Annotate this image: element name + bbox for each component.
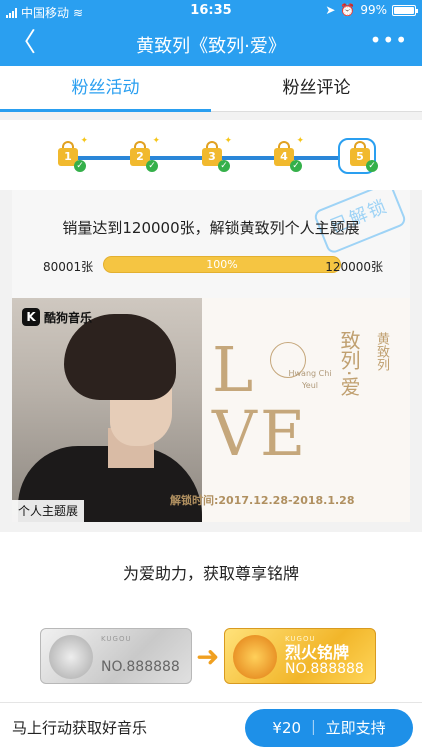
unlock-panel: 已解锁 销量达到120000张，解锁黄致列个人主题展 80001张 100% 1…: [12, 190, 410, 298]
unlock-time: 解锁时间:2017.12.28-2018.1.28: [170, 494, 355, 507]
check-icon: ✓: [146, 160, 158, 172]
plate-brand: KUGOU: [101, 635, 132, 643]
page-title: 黄致列《致列·爱》: [136, 36, 286, 57]
upgrade-arrow-icon: ➜: [196, 640, 220, 673]
back-button[interactable]: 〈: [10, 28, 40, 60]
theme-banner[interactable]: K 酷狗音乐 个人主题展 L V E Hwang Chi Yeul 致列·爱 黄…: [12, 298, 410, 522]
flame-emblem-icon: [233, 635, 277, 679]
sales-progress-bar: 100%: [103, 256, 341, 273]
plate-number: NO.888888: [285, 661, 364, 677]
location-icon: ➤: [325, 3, 336, 17]
progress-max-label: 120000张: [325, 260, 383, 274]
status-right: ➤ ⏰ 99%: [325, 3, 418, 17]
silver-nameplate: KUGOU NO.888888: [40, 628, 192, 684]
kugou-logo-text: 酷狗音乐: [44, 310, 93, 325]
english-name: Hwang Chi Yeul: [288, 369, 332, 390]
check-icon: ✓: [366, 160, 378, 172]
more-button[interactable]: •••: [370, 28, 408, 52]
plate-number: NO.888888: [101, 659, 180, 675]
call-to-action-text: 马上行动获取好音乐: [12, 719, 148, 737]
tab-indicator: [0, 109, 211, 112]
tab-fan-comments[interactable]: 粉丝评论: [211, 66, 422, 112]
kugou-emblem-icon: [49, 635, 93, 679]
nameplate-title: 为爱助力，获取尊享铭牌: [122, 564, 299, 583]
check-icon: ✓: [218, 160, 230, 172]
nav-bar: 〈 黄致列《致列·爱》 •••: [0, 22, 422, 66]
nameplate-section: 为爱助力，获取尊享铭牌 KUGOU NO.888888 ➜ KUGOU 烈火铭牌…: [0, 532, 422, 702]
kugou-logo: K 酷狗音乐: [22, 308, 92, 326]
progress-min-label: 80001张: [43, 260, 94, 274]
milestone-1[interactable]: 1 ✓ ✦: [56, 136, 88, 172]
plate-name: 烈火铭牌: [285, 643, 350, 662]
artist-name: 黄致列: [374, 332, 389, 371]
milestone-5[interactable]: 5 ✓: [338, 138, 378, 174]
support-button[interactable]: ¥20 ｜ 立即支持: [245, 709, 413, 747]
milestone-2[interactable]: 2 ✓ ✦: [128, 136, 160, 172]
unlock-description: 销量达到120000张，解锁黄致列个人主题展: [62, 219, 360, 237]
milestone-3[interactable]: 3 ✓ ✦: [200, 136, 232, 172]
tab-bar: 粉丝活动 粉丝评论: [0, 66, 422, 112]
battery-percent: 99%: [360, 3, 387, 17]
progress-percent: 100%: [206, 258, 238, 271]
battery-icon: [392, 4, 418, 16]
alarm-icon: ⏰: [340, 3, 356, 17]
status-bar: 中国移动 ≋ 16:35 ➤ ⏰ 99%: [0, 0, 422, 22]
tab-fan-activity[interactable]: 粉丝活动: [0, 66, 211, 112]
milestone-track: 1 ✓ ✦ 2 ✓ ✦ 3 ✓ ✦ 4 ✓ ✦ 5 ✓: [0, 120, 422, 190]
fire-nameplate: KUGOU 烈火铭牌 NO.888888: [224, 628, 376, 684]
check-icon: ✓: [290, 160, 302, 172]
album-title: 致列·爱: [337, 330, 361, 397]
milestone-4[interactable]: 4 ✓ ✦: [272, 136, 304, 172]
artist-photo: K 酷狗音乐 个人主题展: [12, 298, 202, 522]
check-icon: ✓: [74, 160, 86, 172]
theme-tag: 个人主题展: [12, 500, 85, 522]
album-title-block: 致列·爱 黄致列: [336, 330, 389, 397]
bottom-bar: 马上行动获取好音乐 ¥20 ｜ 立即支持: [0, 702, 422, 751]
kugou-logo-icon: K: [22, 308, 40, 326]
